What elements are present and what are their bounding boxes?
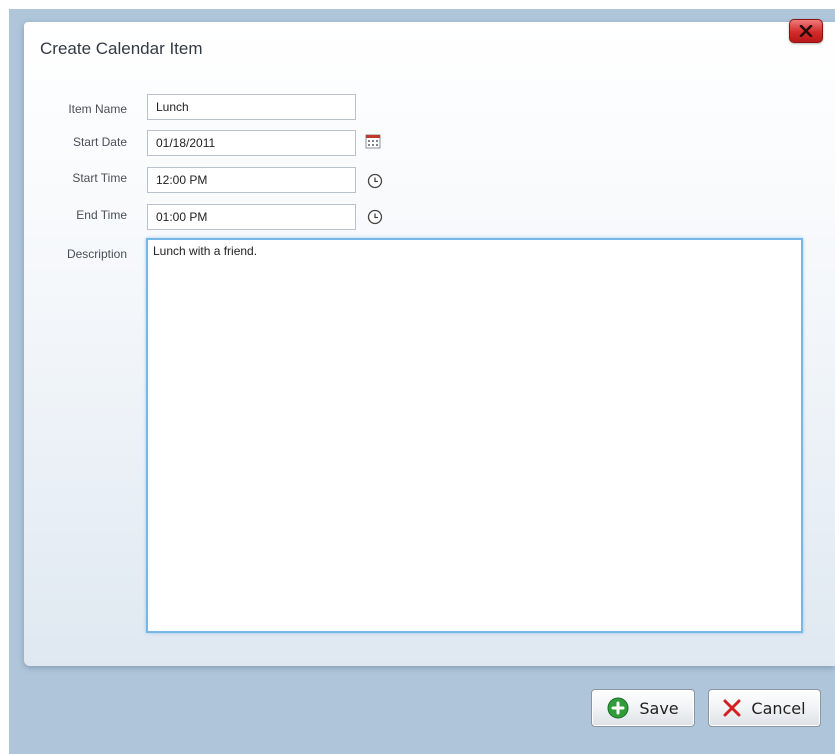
cancel-label: Cancel (751, 698, 806, 718)
item-name-label: Item Name (68, 102, 127, 116)
end-time-label: End Time (76, 208, 127, 222)
start-time-field[interactable] (147, 167, 356, 193)
end-time-picker-button[interactable] (366, 208, 384, 226)
start-date-field[interactable] (147, 130, 356, 156)
close-button[interactable] (789, 19, 823, 43)
clock-icon (367, 173, 383, 189)
start-time-label: Start Time (72, 171, 127, 185)
save-button[interactable]: Save (591, 689, 695, 727)
calendar-picker-button[interactable] (364, 132, 382, 150)
save-label: Save (639, 698, 679, 718)
start-time-picker-button[interactable] (366, 172, 384, 190)
item-name-field[interactable] (147, 94, 356, 120)
close-icon (799, 25, 813, 37)
end-time-field[interactable] (147, 204, 356, 230)
calendar-icon (365, 134, 381, 149)
cancel-button[interactable]: Cancel (708, 689, 821, 727)
dialog-title: Create Calendar Item (40, 39, 203, 58)
plus-circle-icon (607, 697, 629, 719)
description-textarea[interactable]: Lunch with a friend. (146, 238, 803, 633)
start-date-label: Start Date (72, 135, 127, 149)
x-icon (723, 699, 741, 717)
description-label: Description (66, 247, 127, 261)
clock-icon (367, 209, 383, 225)
create-calendar-item-dialog: Create Calendar Item Item Name Start Dat… (24, 19, 835, 666)
